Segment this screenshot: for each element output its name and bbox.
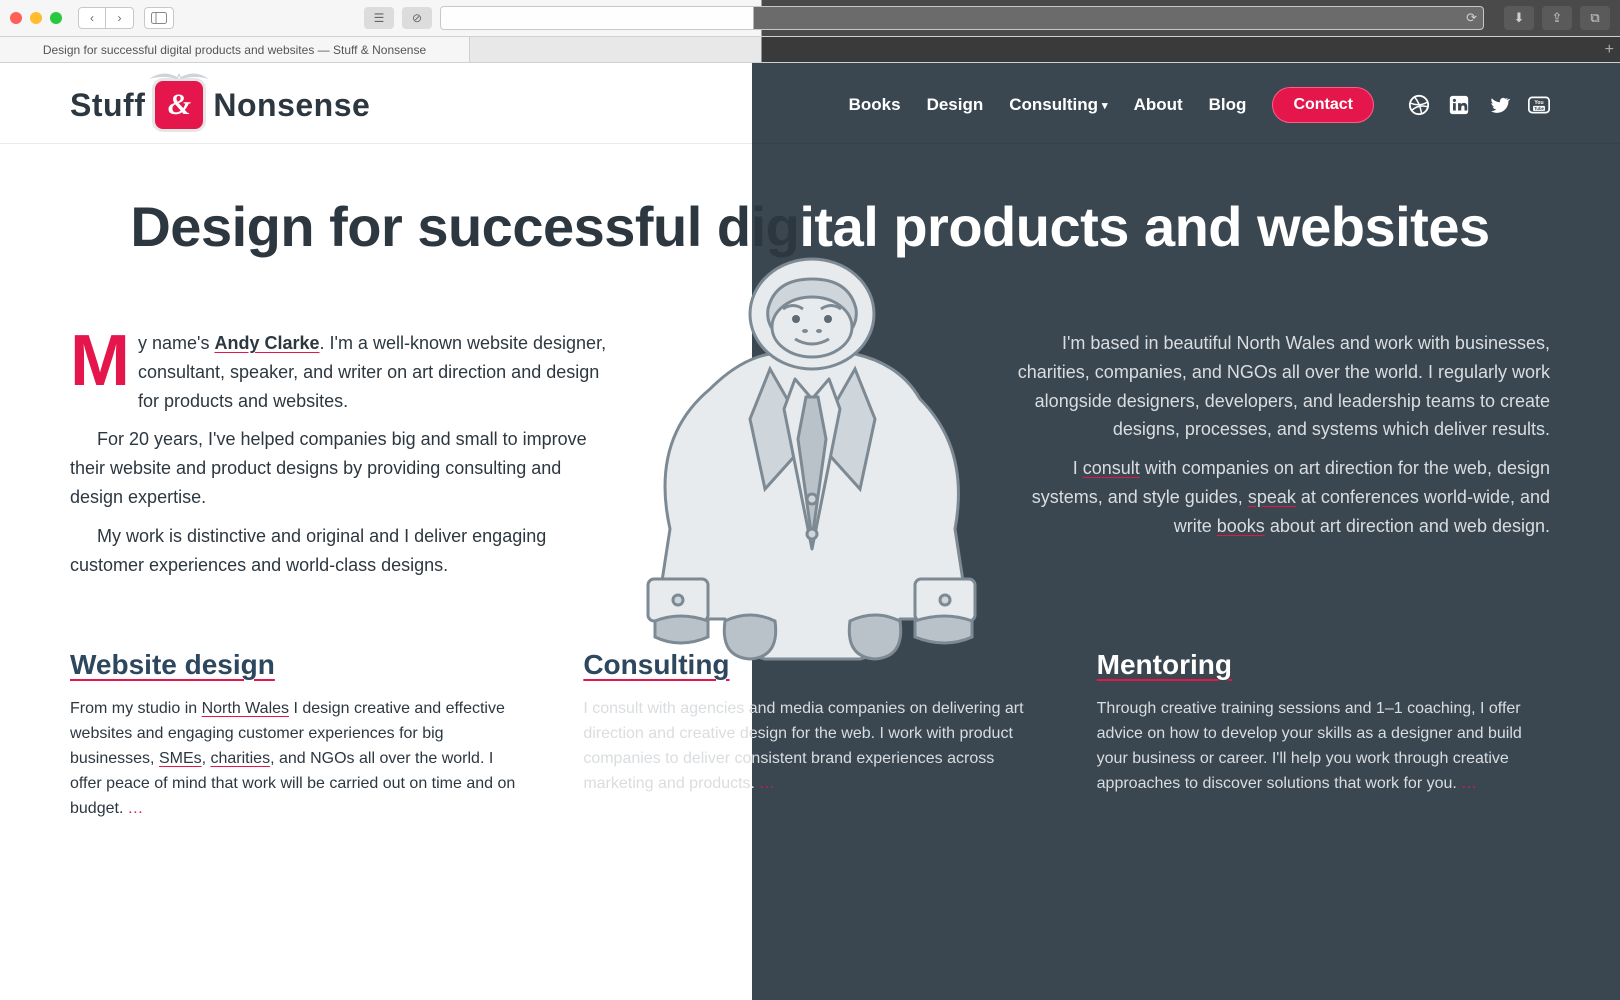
forward-button[interactable]: › (106, 7, 134, 29)
chevron-down-icon: ▾ (1102, 99, 1108, 112)
charities-link[interactable]: charities (211, 750, 271, 767)
books-link[interactable]: books (1217, 516, 1265, 536)
wings-icon (147, 67, 211, 81)
nav-link-consulting[interactable]: Consulting▾ (1009, 95, 1107, 115)
service-body: From my studio in North Wales I design c… (70, 697, 523, 821)
ellipsis-icon: … (127, 800, 145, 817)
nav-link-blog[interactable]: Blog (1209, 95, 1247, 115)
reload-icon[interactable]: ⟳ (1466, 10, 1477, 26)
address-bar[interactable]: ⟳ (440, 6, 1484, 30)
svg-text:Tube: Tube (1534, 106, 1544, 111)
site-header: Stuff & Nonsense Books Design Consulting… (0, 63, 1620, 144)
sidebar-toggle-button[interactable] (144, 7, 174, 29)
consult-link[interactable]: consult (1083, 458, 1140, 478)
intro-left-p1: M y name's Andy Clarke. I'm a well-known… (70, 329, 615, 415)
contact-button[interactable]: Contact (1272, 87, 1374, 123)
downloads-button[interactable]: ⬇ (1504, 6, 1534, 30)
intro-right-p1: I'm based in beautiful North Wales and w… (1005, 329, 1550, 444)
new-tab-button[interactable]: + (1605, 41, 1614, 59)
close-window-button[interactable] (10, 12, 22, 24)
page-viewport: Stuff & Nonsense Books Design Consulting… (0, 63, 1620, 1000)
nav-back-forward: ‹ › (78, 7, 134, 29)
tab-bar: Design for successful digital products a… (0, 36, 1620, 62)
intro-right-p2: I consult with companies on art directio… (1005, 454, 1550, 540)
gorilla-illustration: .g1{fill:#e7ebee;stroke:#7d8a94;stroke-w… (600, 239, 1020, 679)
site-logo[interactable]: Stuff & Nonsense (70, 81, 370, 129)
back-button[interactable]: ‹ (78, 7, 106, 29)
service-body: I consult with agencies and media compan… (583, 697, 1036, 796)
linkedin-link[interactable] (1448, 94, 1470, 116)
andy-clarke-link[interactable]: Andy Clarke (214, 333, 319, 353)
browser-toolbar: ‹ › ☰ ⊘ ⟳ ⬇ ⇪ ⧉ (0, 0, 1620, 36)
browser-tab-active[interactable]: Design for successful digital products a… (0, 37, 470, 62)
nav-link-about[interactable]: About (1134, 95, 1183, 115)
north-wales-link[interactable]: North Wales (202, 700, 289, 717)
service-body: Through creative training sessions and 1… (1097, 697, 1550, 796)
intro-left-p3: My work is distinctive and original and … (70, 522, 615, 580)
gorilla-icon: .g1{fill:#e7ebee;stroke:#7d8a94;stroke-w… (600, 239, 1020, 679)
tabs-button[interactable]: ⧉ (1580, 6, 1610, 30)
logo-word-stuff: Stuff (70, 87, 145, 124)
main-nav: Books Design Consulting▾ About Blog Cont… (849, 87, 1550, 123)
twitter-link[interactable] (1488, 94, 1510, 116)
maximize-window-button[interactable] (50, 12, 62, 24)
dribbble-link[interactable] (1408, 94, 1430, 116)
reader-button[interactable]: ☰ (364, 7, 394, 29)
service-website-design: Website design From my studio in North W… (70, 649, 523, 821)
privacy-button[interactable]: ⊘ (402, 7, 432, 29)
window-controls (10, 12, 62, 24)
dribbble-icon (1408, 94, 1430, 116)
share-button[interactable]: ⇪ (1542, 6, 1572, 30)
smes-link[interactable]: SMEs (159, 750, 202, 767)
youtube-icon: YouTube (1528, 94, 1550, 116)
nav-link-books[interactable]: Books (849, 95, 901, 115)
youtube-link[interactable]: YouTube (1528, 94, 1550, 116)
logo-word-nonsense: Nonsense (213, 87, 370, 124)
minimize-window-button[interactable] (30, 12, 42, 24)
address-bar-group: ☰ ⊘ ⟳ (364, 6, 1484, 30)
intro-section: M y name's Andy Clarke. I'm a well-known… (0, 269, 1620, 619)
logo-ampersand-badge: & (155, 81, 203, 129)
tab-title: Design for successful digital products a… (43, 43, 426, 57)
service-mentoring: Mentoring Through creative training sess… (1097, 649, 1550, 821)
service-title[interactable]: Website design (70, 649, 523, 681)
toolbar-right: ⬇ ⇪ ⧉ (1504, 6, 1610, 30)
social-links: YouTube (1408, 94, 1550, 116)
intro-left-p2: For 20 years, I've helped companies big … (70, 425, 615, 511)
ellipsis-icon: … (1461, 775, 1479, 792)
service-title[interactable]: Mentoring (1097, 649, 1550, 681)
ellipsis-icon: … (759, 775, 777, 792)
twitter-icon (1488, 94, 1510, 116)
nav-link-design[interactable]: Design (927, 95, 984, 115)
browser-chrome: ‹ › ☰ ⊘ ⟳ ⬇ ⇪ ⧉ Design for successful di… (0, 0, 1620, 63)
dropcap: M (70, 329, 138, 391)
speak-link[interactable]: speak (1248, 487, 1296, 507)
linkedin-icon (1448, 94, 1470, 116)
sidebar-icon (151, 12, 167, 24)
